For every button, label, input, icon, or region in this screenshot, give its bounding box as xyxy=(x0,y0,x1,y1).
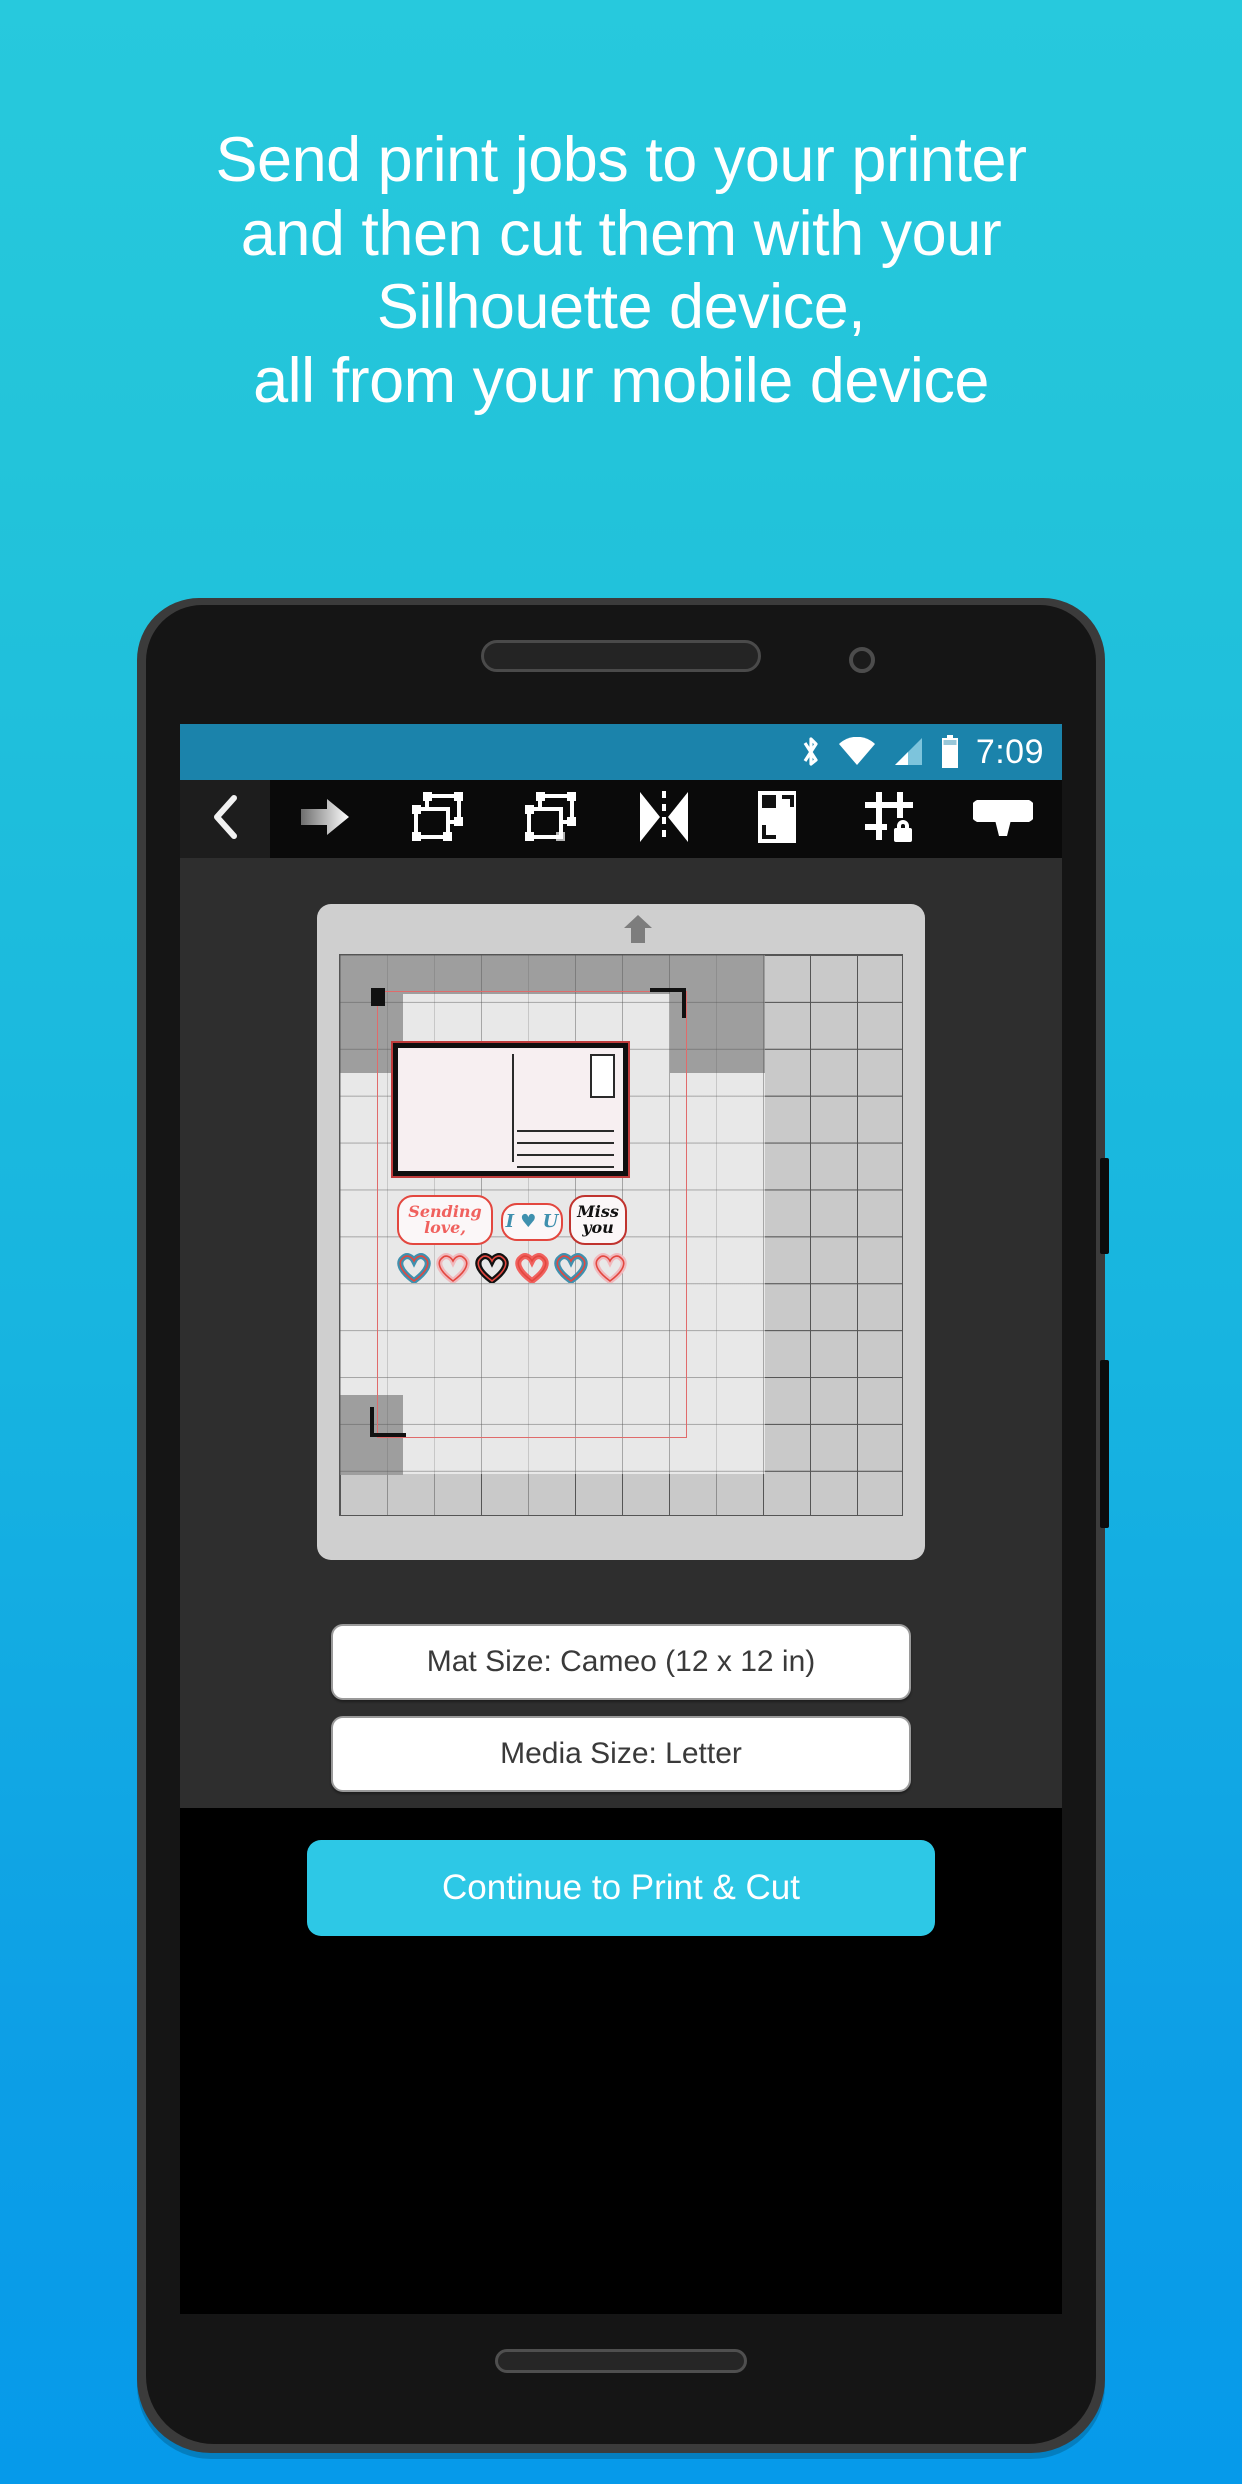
registration-mark-top-left xyxy=(371,988,385,1006)
heart-sticker[interactable] xyxy=(554,1253,588,1288)
status-bar: 7:09 xyxy=(180,724,1062,780)
sticker-miss-you[interactable]: Miss you xyxy=(569,1195,627,1245)
grid-snap-lock-icon xyxy=(863,790,917,849)
bring-to-front-icon xyxy=(411,790,465,849)
postcard-address-line xyxy=(517,1154,614,1156)
earpiece-speaker xyxy=(481,640,761,672)
phone-device-frame: 7:09 Sending love, I ♥ U Miss you Mat Si… xyxy=(137,598,1109,2453)
postcard-design[interactable] xyxy=(391,1041,630,1178)
power-button[interactable] xyxy=(1100,1158,1109,1254)
heart-sticker[interactable] xyxy=(514,1253,549,1288)
heart-sticker[interactable] xyxy=(436,1253,470,1288)
volume-button[interactable] xyxy=(1100,1360,1109,1528)
send-to-back-icon xyxy=(524,790,578,849)
grid-snap-button[interactable] xyxy=(849,780,931,858)
heart-sticker[interactable] xyxy=(397,1253,431,1288)
send-arrow-icon xyxy=(299,797,351,842)
continue-to-print-and-cut-button[interactable]: Continue to Print & Cut xyxy=(307,1840,935,1936)
postcard-divider xyxy=(511,1054,514,1163)
registration-mark-top-right xyxy=(650,988,686,1018)
bottom-speaker-grille xyxy=(495,2349,747,2373)
cut-settings-button[interactable] xyxy=(962,780,1044,858)
cellular-signal-icon xyxy=(892,737,924,767)
sticker-group[interactable]: Sending love, I ♥ U Miss you xyxy=(397,1195,627,1295)
heart-sticker[interactable] xyxy=(475,1253,510,1288)
status-bar-clock: 7:09 xyxy=(975,732,1044,771)
postcard-stamp-box xyxy=(590,1054,615,1098)
registration-marks-icon xyxy=(756,790,798,849)
bluetooth-icon xyxy=(800,735,822,769)
chevron-left-icon xyxy=(208,794,242,845)
mirror-button[interactable] xyxy=(623,780,705,858)
mat-size-button[interactable]: Mat Size: Cameo (12 x 12 in) xyxy=(331,1624,911,1700)
back-button[interactable] xyxy=(180,780,270,858)
design-workspace[interactable]: Sending love, I ♥ U Miss you xyxy=(180,858,1062,1606)
sticker-i-love-u[interactable]: I ♥ U xyxy=(501,1203,563,1241)
bring-to-front-button[interactable] xyxy=(397,780,479,858)
cut-settings-icon xyxy=(969,796,1037,843)
postcard-address-line xyxy=(517,1130,614,1132)
phone-screen: 7:09 Sending love, I ♥ U Miss you Mat Si… xyxy=(180,724,1062,2314)
mat-grid: Sending love, I ♥ U Miss you xyxy=(339,954,903,1516)
registration-marks-button[interactable] xyxy=(736,780,818,858)
postcard-address-line xyxy=(517,1166,614,1168)
heart-sticker[interactable] xyxy=(593,1253,627,1288)
wifi-icon xyxy=(838,737,876,767)
media-size-button[interactable]: Media Size: Letter xyxy=(331,1716,911,1792)
send-to-back-button[interactable] xyxy=(510,780,592,858)
mirror-flip-icon xyxy=(636,790,692,849)
page-title: Send print jobs to your printer and then… xyxy=(215,125,1027,417)
registration-mark-bottom-left xyxy=(370,1407,406,1437)
front-camera-icon xyxy=(849,647,875,673)
sticker-sending-love[interactable]: Sending love, xyxy=(397,1195,493,1245)
cta-section: Continue to Print & Cut xyxy=(180,1808,1062,2314)
postcard-address-line xyxy=(517,1142,614,1144)
size-options: Mat Size: Cameo (12 x 12 in) Media Size:… xyxy=(180,1606,1062,1808)
app-toolbar xyxy=(180,780,1062,858)
cutting-mat[interactable]: Sending love, I ♥ U Miss you xyxy=(317,904,925,1560)
postcard-face xyxy=(398,1048,623,1171)
battery-icon xyxy=(940,735,960,769)
send-button[interactable] xyxy=(284,780,366,858)
heart-sticker-row[interactable] xyxy=(397,1253,627,1288)
